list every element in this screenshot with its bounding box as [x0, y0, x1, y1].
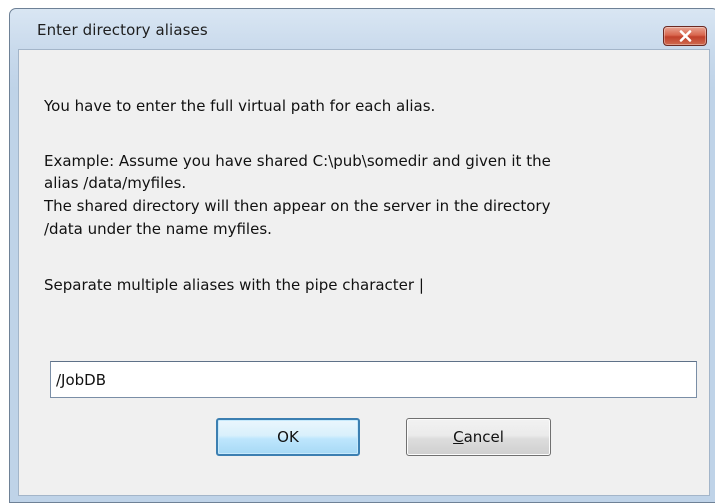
example-text-line-1: Example: Assume you have shared C:\pub\s…	[44, 152, 551, 170]
dialog-title: Enter directory aliases	[37, 21, 208, 39]
example-text-line-2: alias /data/myfiles.	[44, 174, 187, 192]
example-text-line-4: /data under the name myfiles.	[44, 220, 272, 238]
cancel-button[interactable]: Cancel	[406, 418, 551, 456]
cancel-button-label: ancel	[463, 428, 504, 446]
ok-button[interactable]: OK	[216, 418, 360, 456]
example-text-line-3: The shared directory will then appear on…	[44, 197, 551, 215]
cancel-accelerator-letter: C	[453, 428, 464, 446]
alias-input[interactable]	[50, 361, 697, 398]
close-button[interactable]	[663, 26, 707, 46]
dialog-window: Enter directory aliases You have to ente…	[9, 8, 715, 503]
close-icon	[679, 30, 692, 42]
instruction-text: You have to enter the full virtual path …	[44, 97, 436, 115]
title-bar[interactable]: Enter directory aliases	[10, 9, 715, 49]
dialog-body: You have to enter the full virtual path …	[18, 49, 710, 496]
separator-hint-text: Separate multiple aliases with the pipe …	[44, 276, 424, 294]
